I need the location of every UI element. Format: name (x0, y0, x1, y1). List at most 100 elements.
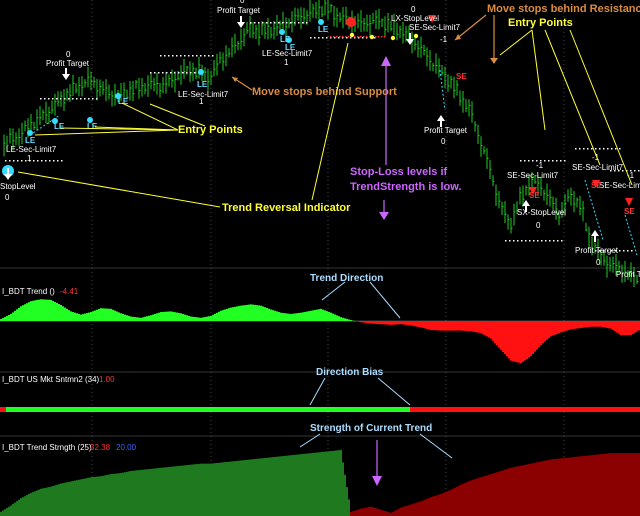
reversal-dot-red (346, 17, 356, 27)
stop-dot (96, 98, 98, 100)
stop-dot (160, 55, 162, 57)
annotation-pointer (499, 29, 533, 56)
trend-bar (284, 313, 286, 321)
trend-bar (106, 308, 108, 321)
strength-bar (522, 465, 524, 516)
trend-bar (242, 305, 244, 321)
strength-bar (240, 460, 242, 516)
trend-bar (538, 321, 540, 348)
strength-bar (68, 481, 70, 516)
strength-bar (238, 460, 240, 516)
trend-bar (172, 311, 174, 321)
stop-dot (517, 240, 519, 242)
strength-bar (524, 464, 526, 516)
trend-bar (262, 306, 264, 321)
long-entry-marker: LE (25, 136, 36, 145)
stop-dot (64, 98, 66, 100)
stop-dot (41, 160, 43, 162)
strength-bar (292, 455, 294, 516)
resistance-dot (378, 36, 380, 38)
trend-bar (326, 311, 328, 321)
trend-bar (60, 305, 62, 321)
strength-bar (98, 476, 100, 516)
stop-dot (208, 55, 210, 57)
annotation-pointer (17, 171, 221, 208)
strength-bar (430, 497, 432, 516)
stop-dot (150, 72, 152, 74)
stop-dot (619, 250, 621, 252)
trend-bar (514, 321, 516, 362)
trend-bar (432, 321, 434, 331)
long-entry-marker: LE (54, 122, 65, 131)
strength-bar (528, 464, 530, 516)
label-n0b: 0 (240, 0, 245, 5)
stop-dot (603, 148, 605, 150)
trend-bar (460, 321, 462, 331)
strength-bar (104, 475, 106, 516)
strength-bar (582, 456, 584, 516)
trend-bar (20, 306, 22, 321)
bias-panel-title: I_BDT US Mkt Sntmn2 (34) (2, 375, 100, 384)
strength-bar (124, 472, 126, 516)
trend-bar (304, 311, 306, 321)
stop-dot (174, 72, 176, 74)
strength-bar (394, 510, 396, 516)
trend-bar (382, 321, 384, 325)
trend-bar (134, 317, 136, 321)
trend-bar (94, 310, 96, 321)
strength-bar (184, 465, 186, 516)
trend-bar (72, 312, 74, 321)
trend-bar (296, 313, 298, 321)
strength-annotation: Strength of Current Trend (310, 423, 432, 434)
label-n1c: 1 (284, 58, 289, 67)
trend-bar (414, 321, 416, 327)
trend-bar (444, 321, 446, 331)
strength-bar (24, 496, 26, 516)
annotation-stoploss2: TrendStrength is low. (350, 181, 461, 193)
stop-dot (190, 72, 192, 74)
trend-bar (378, 321, 380, 325)
strength-bar (144, 469, 146, 516)
trend-bar (0, 319, 2, 321)
annotation-pointer (544, 29, 601, 166)
strength-bar (136, 470, 138, 516)
strength-bar (520, 465, 522, 516)
strength-bar (154, 468, 156, 516)
strength-bar (146, 469, 148, 516)
stop-dot (524, 160, 526, 162)
strength-bar (614, 453, 616, 516)
strength-bar (416, 502, 418, 516)
trend-bar (352, 320, 354, 321)
stop-dot (9, 160, 11, 162)
trend-bar (50, 299, 52, 321)
trend-bar (368, 321, 370, 324)
label-lesec1: LE-Sec-Limit7 (6, 145, 57, 154)
strength-bar (140, 469, 142, 516)
stop-dot (158, 72, 160, 74)
trend-bar (392, 321, 394, 325)
trend-bar (290, 313, 292, 321)
trend-bar (608, 321, 610, 329)
stop-dot-yellow (369, 34, 375, 40)
stop-dot (557, 240, 559, 242)
stop-dot (258, 22, 260, 24)
stop-dot (176, 55, 178, 57)
strength-bar (242, 460, 244, 516)
strength-bar (2, 510, 4, 516)
annotation-pointer-blue (369, 281, 401, 319)
trend-bar (370, 321, 372, 324)
trend-bar (388, 321, 390, 325)
trend-bar (528, 321, 530, 358)
trend-bar (490, 321, 492, 339)
trend-bar (6, 316, 8, 321)
stop-dot (575, 148, 577, 150)
annotation-pointer (311, 42, 349, 201)
strength-bar (636, 453, 638, 516)
long-entry-marker: LE (118, 97, 129, 106)
strength-bar (114, 473, 116, 516)
trend-bar (374, 321, 376, 324)
trend-bar (470, 321, 472, 332)
stop-dot (549, 240, 551, 242)
stop-dot (254, 22, 256, 24)
strength-bar (258, 458, 260, 516)
